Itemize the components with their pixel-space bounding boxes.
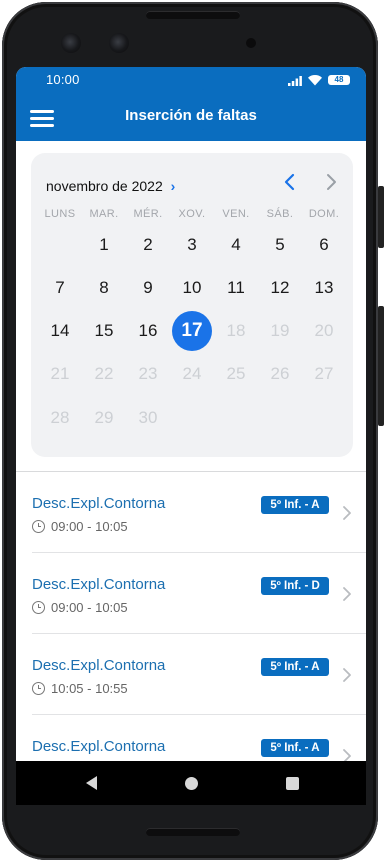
calendar-day[interactable]: 9 (128, 268, 168, 308)
status-bar: 10:00 48 (16, 67, 366, 93)
session-subject: Desc.Expl.Contorna (32, 495, 166, 512)
session-time-row: 09:00 - 10:05 (32, 519, 128, 534)
calendar: novembro de 2022 › LUNS MAR. MÉR. XOV. VEN. S… (31, 153, 353, 457)
volume-button (378, 186, 384, 248)
home-icon[interactable] (185, 777, 198, 790)
session-time: 10:05 - 10:55 (51, 681, 128, 696)
weekday-label: LUNS (44, 208, 76, 220)
wifi-icon (308, 74, 322, 86)
battery-icon: 48 (328, 75, 350, 85)
group-badge: 5º Inf. - A (261, 658, 329, 676)
month-label: novembro de 2022 (46, 178, 163, 194)
calendar-day[interactable]: 7 (40, 268, 80, 308)
calendar-day[interactable]: 26 (260, 354, 300, 394)
weekday-label: SÁB. (266, 208, 294, 220)
chevron-left-icon (284, 173, 295, 191)
session-time: 09:00 - 10:05 (51, 600, 128, 615)
selected-day[interactable]: 17 (172, 311, 212, 351)
session-subject: Desc.Expl.Contorna (32, 738, 166, 755)
session-time: 09:00 - 10:05 (51, 519, 128, 534)
calendar-day[interactable]: 23 (128, 354, 168, 394)
calendar-day[interactable]: 20 (304, 311, 344, 351)
chevron-right-icon (343, 587, 351, 601)
weekday-label: XOV. (178, 208, 206, 220)
previous-month-button[interactable] (283, 173, 303, 193)
calendar-day[interactable]: 12 (260, 268, 300, 308)
group-badge: 5º Inf. - A (261, 496, 329, 514)
chevron-right-icon: › (170, 178, 176, 194)
status-time: 10:00 (46, 72, 80, 87)
app-screen: 10:00 48 Inserción de faltas novembro de… (16, 67, 366, 805)
clock-icon (32, 682, 45, 695)
weekday-label: MAR. (89, 208, 119, 220)
session-time-row: 09:00 - 10:05 (32, 600, 128, 615)
calendar-day[interactable]: 21 (40, 354, 80, 394)
back-icon[interactable] (86, 776, 98, 790)
calendar-day[interactable]: 4 (216, 225, 256, 265)
chevron-right-icon (343, 668, 351, 682)
session-subject: Desc.Expl.Contorna (32, 657, 166, 674)
proximity-sensor (246, 38, 256, 48)
group-badge: 5º Inf. - A (261, 739, 329, 757)
calendar-day[interactable]: 14 (40, 311, 80, 351)
calendar-day[interactable]: 27 (304, 354, 344, 394)
system-nav-bar (16, 761, 366, 805)
group-badge: 5º Inf. - D (261, 577, 329, 595)
front-camera-1 (61, 33, 81, 53)
calendar-day[interactable]: 10 (172, 268, 212, 308)
app-bar: Inserción de faltas (16, 93, 366, 141)
calendar-day[interactable]: 19 (260, 311, 300, 351)
calendar-day[interactable]: 3 (172, 225, 212, 265)
session-item[interactable]: Desc.Expl.Contorna 09:00 - 10:05 5º Inf. -… (16, 472, 366, 552)
weekday-label: VEN. (222, 208, 250, 220)
calendar-day[interactable]: 6 (304, 225, 344, 265)
calendar-day[interactable]: 30 (128, 398, 168, 438)
calendar-day[interactable]: 15 (84, 311, 124, 351)
clock-icon (32, 520, 45, 533)
session-time-row: 10:05 - 10:55 (32, 681, 128, 696)
weekday-label: MÉR. (133, 208, 163, 220)
bottom-speaker (146, 828, 240, 836)
month-selector[interactable]: novembro de 2022 › (46, 178, 175, 194)
recents-icon[interactable] (286, 777, 299, 790)
session-item[interactable]: Desc.Expl.Contorna 10:05 - 10:55 5º Inf. -… (16, 634, 366, 714)
chevron-right-icon (343, 506, 351, 520)
session-subject: Desc.Expl.Contorna (32, 576, 166, 593)
chevron-right-icon (327, 174, 336, 190)
session-item[interactable]: Desc.Expl.Contorna 09:00 - 10:05 5º Inf. -… (16, 553, 366, 633)
clock-icon (32, 601, 45, 614)
calendar-day[interactable]: 24 (172, 354, 212, 394)
calendar-day[interactable]: 5 (260, 225, 300, 265)
calendar-day[interactable]: 8 (84, 268, 124, 308)
calendar-day[interactable]: 13 (304, 268, 344, 308)
calendar-day[interactable]: 1 (84, 225, 124, 265)
calendar-day[interactable]: 16 (128, 311, 168, 351)
earpiece-speaker (146, 11, 240, 19)
calendar-day[interactable]: 25 (216, 354, 256, 394)
page-title: Inserción de faltas (125, 107, 257, 124)
calendar-day[interactable]: 18 (216, 311, 256, 351)
calendar-day[interactable]: 2 (128, 225, 168, 265)
next-month-button[interactable] (324, 173, 344, 193)
weekday-label: DOM. (308, 208, 340, 220)
calendar-day[interactable]: 29 (84, 398, 124, 438)
calendar-day[interactable]: 11 (216, 268, 256, 308)
front-camera-2 (109, 33, 129, 53)
calendar-day[interactable]: 22 (84, 354, 124, 394)
signal-icon (288, 76, 302, 86)
power-button (378, 306, 384, 426)
calendar-day[interactable]: 28 (40, 398, 80, 438)
